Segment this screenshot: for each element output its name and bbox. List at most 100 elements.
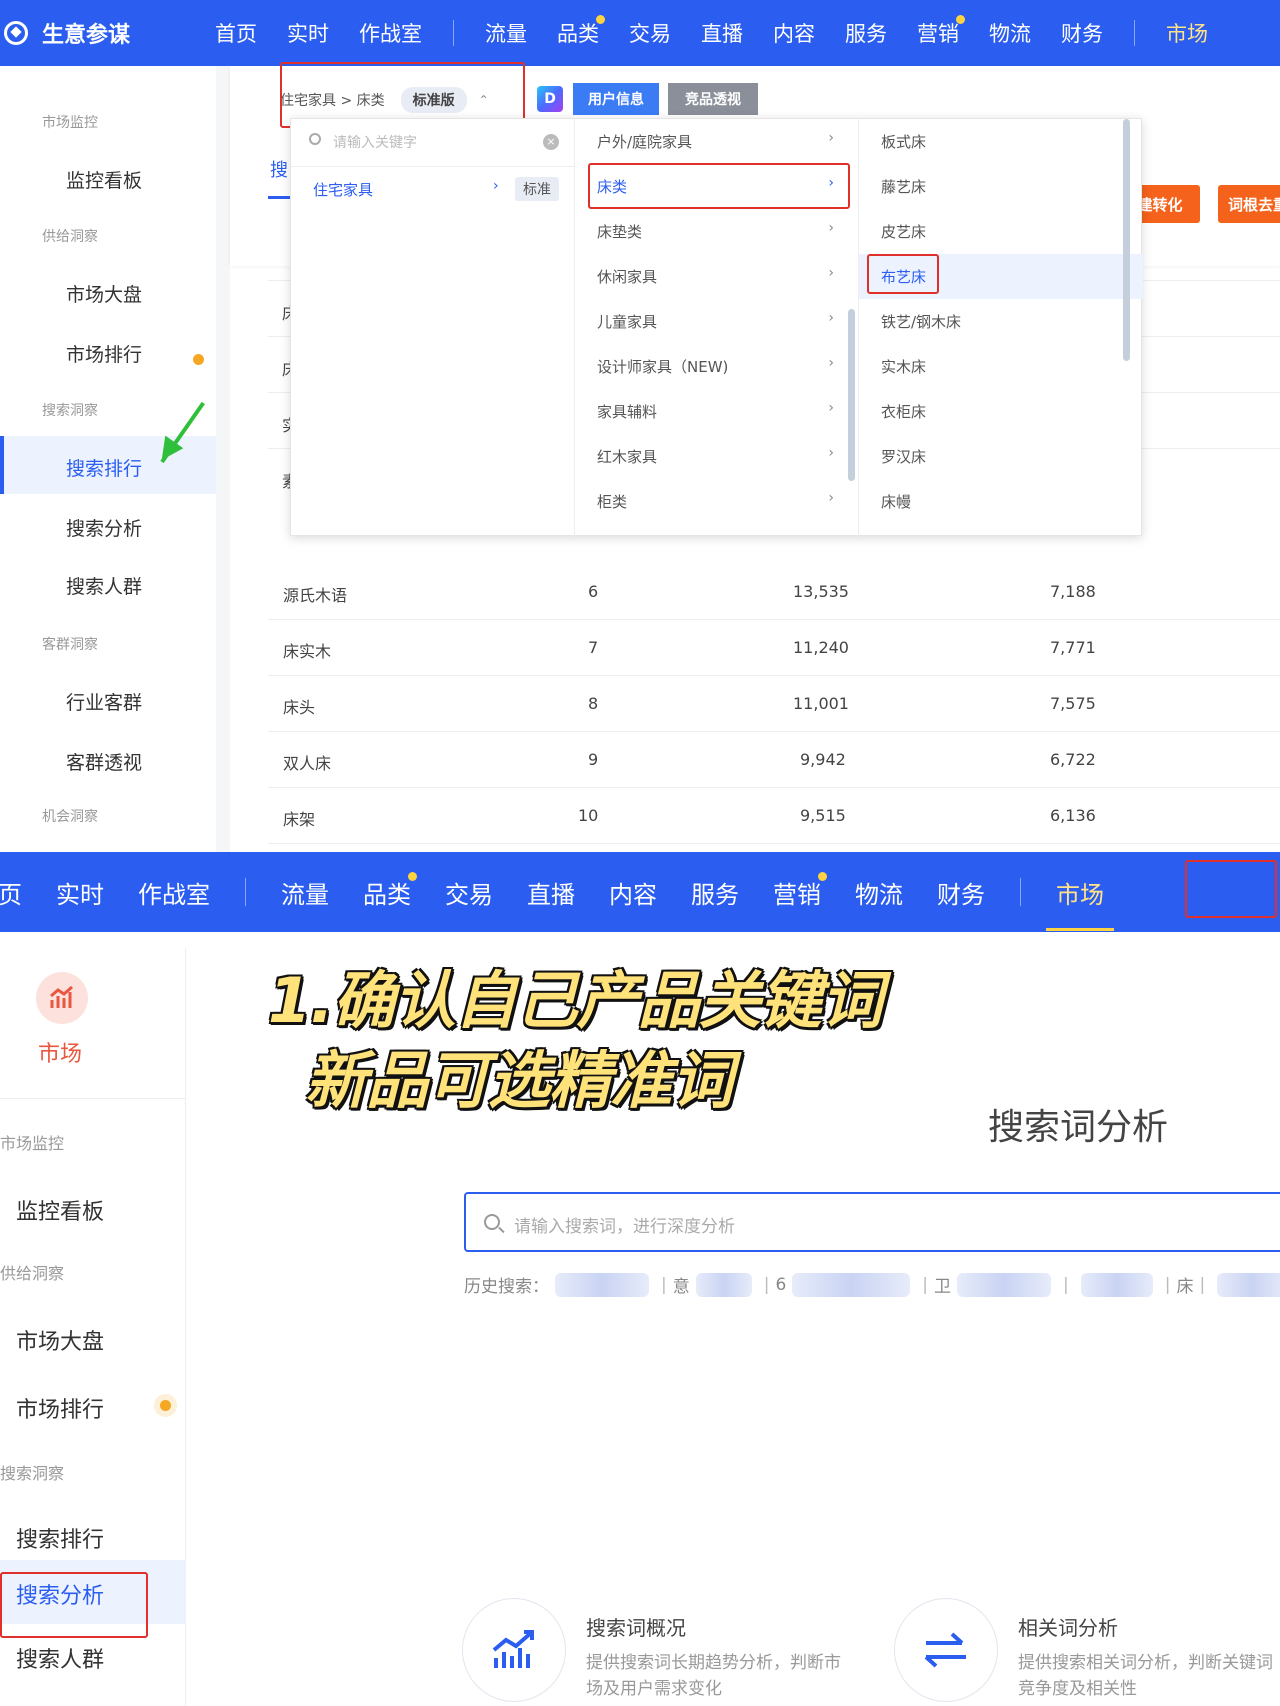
user-info-tag[interactable]: 用户信息 — [573, 83, 659, 115]
rank: 10 — [578, 806, 599, 825]
plugin-logo-icon[interactable]: D — [537, 86, 563, 112]
nav-logistics[interactable]: 物流 — [989, 18, 1031, 48]
sidebar-item-market-rank[interactable]: 市场排行 — [16, 1392, 104, 1424]
sidebar-group-supply: 供给洞察 — [42, 229, 98, 245]
competitor-tag[interactable]: 竞品透视 — [668, 83, 758, 115]
search-input[interactable]: 请输入搜索词，进行深度分析 — [464, 1192, 1280, 1252]
nav-service[interactable]: 服务 — [845, 18, 887, 48]
sidebar-item-market-rank[interactable]: 市场排行 — [66, 340, 142, 367]
history-item-blurred[interactable] — [555, 1272, 649, 1297]
nav-warroom[interactable]: 作战室 — [359, 18, 422, 48]
cascader-search-input[interactable]: 请输入关键字 × — [291, 119, 575, 167]
cascader-option[interactable]: 实木床 — [859, 344, 1143, 389]
table-row[interactable]: 双人床 9 9,942 6,722 — [268, 732, 1280, 788]
history-item[interactable]: 6 — [775, 1275, 786, 1295]
nav-live[interactable]: 直播 — [701, 18, 743, 48]
nav-category[interactable]: 品类 — [557, 15, 605, 48]
sidebar-item-search-rank[interactable]: 搜索排行 — [66, 454, 142, 481]
option-label: 家具辅料 — [597, 403, 658, 421]
history-item[interactable]: 床 — [1177, 1272, 1194, 1297]
nav-finance[interactable]: 财务 — [1061, 18, 1103, 48]
nav-category[interactable]: 品类 — [363, 871, 417, 910]
nav-trade[interactable]: 交易 — [445, 875, 493, 910]
nav-market[interactable]: 市场 — [1046, 875, 1114, 931]
cascader-option[interactable]: 住宅家具 › 标准 — [291, 167, 574, 212]
feature-title: 相关词分析 — [1018, 1616, 1118, 1640]
nav-trade[interactable]: 交易 — [629, 18, 671, 48]
sidebar-item-search-analysis[interactable]: 搜索分析 — [66, 514, 142, 541]
nav-home[interactable]: 页 — [0, 875, 22, 910]
table-row[interactable]: 床实木 7 11,240 7,771 — [268, 620, 1280, 676]
nav-live[interactable]: 直播 — [527, 875, 575, 910]
sidebar-item-market-overview[interactable]: 市场大盘 — [66, 280, 142, 307]
rank: 6 — [588, 582, 599, 601]
clear-icon[interactable]: × — [543, 134, 559, 150]
history-item[interactable]: 意 — [673, 1272, 690, 1297]
nav-home[interactable]: 首页 — [215, 18, 257, 48]
cascader-option[interactable]: 儿童家具 › — [575, 299, 858, 344]
root-dedupe-button[interactable]: 词根去重 — [1218, 185, 1280, 223]
history-item-blurred[interactable] — [957, 1272, 1052, 1297]
cascader-option[interactable]: 罗汉床 — [859, 434, 1143, 479]
nav-logistics[interactable]: 物流 — [855, 875, 903, 910]
rank: 7 — [588, 638, 599, 657]
nav-content[interactable]: 内容 — [773, 18, 815, 48]
history-item-blurred[interactable] — [792, 1272, 911, 1297]
sidebar-group-supply: 供给洞察 — [0, 1264, 65, 1283]
cascader-option[interactable]: 床幔 — [859, 479, 1143, 524]
cascader-option[interactable]: 户外/庭院家具 › — [575, 119, 858, 164]
table-row[interactable]: 床架 10 9,515 6,136 — [268, 788, 1280, 844]
sidebar-item-industry-customers[interactable]: 行业客群 — [66, 688, 142, 715]
nav-content[interactable]: 内容 — [609, 875, 657, 910]
sidebar-item-monitor-board[interactable]: 监控看板 — [66, 166, 142, 193]
nav-service[interactable]: 服务 — [691, 875, 739, 910]
scrollbar[interactable] — [848, 309, 855, 481]
top-nav: 生意参谋 首页 实时 作战室 流量 品类 交易 直播 内容 服务 营销 物流 财… — [0, 0, 1280, 69]
option-label: 红木家具 — [597, 448, 658, 466]
history-item-blurred[interactable] — [1217, 1272, 1280, 1297]
cascader-option[interactable]: 皮艺床 — [859, 209, 1143, 254]
nav-realtime[interactable]: 实时 — [56, 875, 104, 910]
history-item-blurred[interactable] — [695, 1272, 752, 1297]
app-title: 生意参谋 — [42, 23, 131, 48]
sidebar-item-customer-insight[interactable]: 客群透视 — [66, 748, 142, 775]
scrollbar[interactable] — [1123, 119, 1130, 361]
feature-title: 搜索词概况 — [586, 1616, 686, 1640]
nav-warroom[interactable]: 作战室 — [138, 875, 210, 910]
cascader-option[interactable]: 柜类 › — [575, 479, 858, 524]
cascader-option[interactable]: 铁艺/钢木床 — [859, 299, 1143, 344]
metric-1: 13,535 — [793, 582, 849, 601]
nav-market[interactable]: 市场 — [1156, 18, 1218, 69]
sidebar-item-search-rank[interactable]: 搜索排行 — [16, 1522, 104, 1554]
cascader-option[interactable]: 藤艺床 — [859, 164, 1143, 209]
sidebar-item-search-crowd[interactable]: 搜索人群 — [16, 1642, 104, 1674]
tab-underline — [268, 196, 290, 199]
nav-finance[interactable]: 财务 — [937, 875, 985, 910]
history-item[interactable]: 卫 — [934, 1272, 951, 1297]
nav-traffic[interactable]: 流量 — [485, 18, 527, 48]
app-logo[interactable]: 生意参谋 — [0, 17, 200, 49]
cascader-option[interactable]: 床垫类 › — [575, 209, 858, 254]
history-item-blurred[interactable] — [1080, 1272, 1153, 1297]
cascader-column-1: 请输入关键字 × 住宅家具 › 标准 — [291, 119, 575, 537]
cascader-option[interactable]: 家具辅料 › — [575, 389, 858, 434]
cascader-option[interactable]: 休闲家具 › — [575, 254, 858, 299]
table-row[interactable]: 源氏木语 6 13,535 7,188 — [268, 564, 1280, 620]
search-icon — [484, 1214, 500, 1230]
tab-search[interactable]: 搜 — [270, 156, 288, 182]
market-label[interactable]: 市场 — [38, 1036, 82, 1068]
nav-realtime[interactable]: 实时 — [287, 18, 329, 48]
sidebar-item-monitor-board[interactable]: 监控看板 — [16, 1194, 104, 1226]
cascader-option[interactable]: 衣柜床 — [859, 389, 1143, 434]
tutorial-caption-line-2: 新品可选精准词 — [305, 1044, 733, 1117]
nav-traffic[interactable]: 流量 — [281, 875, 329, 910]
metric-2: 6,722 — [1050, 750, 1096, 769]
cascader-option[interactable]: 红木家具 › — [575, 434, 858, 479]
sidebar-item-market-overview[interactable]: 市场大盘 — [16, 1324, 104, 1356]
nav-marketing[interactable]: 营销 — [773, 871, 827, 910]
table-row[interactable]: 床头 8 11,001 7,575 — [268, 676, 1280, 732]
cascader-option[interactable]: 设计师家具（NEW) › — [575, 344, 858, 389]
cascader-option[interactable]: 板式床 — [859, 119, 1143, 164]
nav-marketing[interactable]: 营销 — [917, 15, 965, 48]
sidebar-item-search-crowd[interactable]: 搜索人群 — [66, 572, 142, 599]
